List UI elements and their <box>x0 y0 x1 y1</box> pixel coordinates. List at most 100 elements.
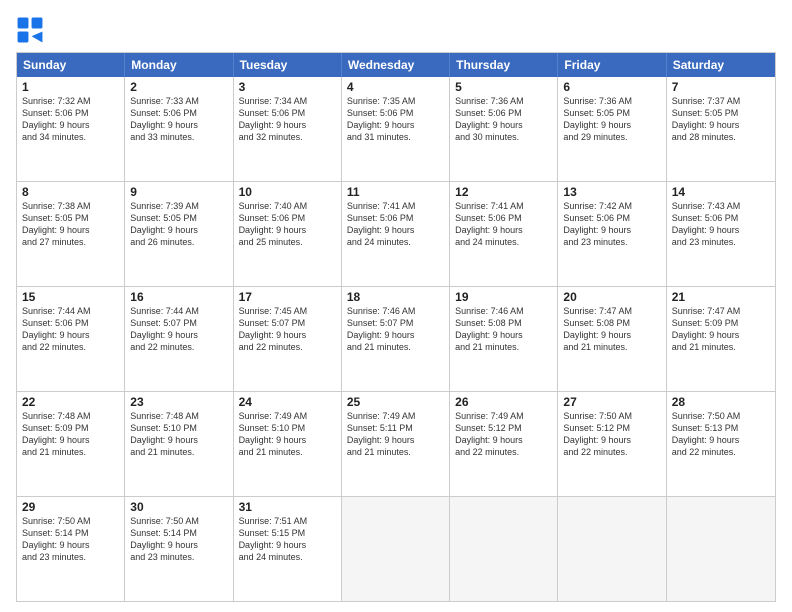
day-number: 16 <box>130 290 227 304</box>
cell-info-line: Sunset: 5:14 PM <box>130 527 227 539</box>
cell-info-line: Sunrise: 7:36 AM <box>455 95 552 107</box>
empty-cell-r4c5 <box>558 497 666 601</box>
cell-info-line: Sunrise: 7:41 AM <box>347 200 444 212</box>
cell-info-line: Daylight: 9 hours <box>563 434 660 446</box>
cell-info-line: Sunrise: 7:46 AM <box>455 305 552 317</box>
day-number: 18 <box>347 290 444 304</box>
day-number: 1 <box>22 80 119 94</box>
cell-info-line: and 31 minutes. <box>347 131 444 143</box>
day-cell-20: 20Sunrise: 7:47 AMSunset: 5:08 PMDayligh… <box>558 287 666 391</box>
cell-info-line: Sunset: 5:14 PM <box>22 527 119 539</box>
cell-info-line: and 29 minutes. <box>563 131 660 143</box>
calendar-body: 1Sunrise: 7:32 AMSunset: 5:06 PMDaylight… <box>17 77 775 601</box>
cell-info-line: Sunrise: 7:47 AM <box>672 305 770 317</box>
day-cell-25: 25Sunrise: 7:49 AMSunset: 5:11 PMDayligh… <box>342 392 450 496</box>
cell-info-line: and 32 minutes. <box>239 131 336 143</box>
day-cell-22: 22Sunrise: 7:48 AMSunset: 5:09 PMDayligh… <box>17 392 125 496</box>
day-number: 22 <box>22 395 119 409</box>
day-cell-31: 31Sunrise: 7:51 AMSunset: 5:15 PMDayligh… <box>234 497 342 601</box>
cell-info-line: Daylight: 9 hours <box>455 434 552 446</box>
cell-info-line: Sunset: 5:05 PM <box>563 107 660 119</box>
cell-info-line: Sunrise: 7:39 AM <box>130 200 227 212</box>
cell-info-line: Sunset: 5:06 PM <box>672 212 770 224</box>
day-cell-4: 4Sunrise: 7:35 AMSunset: 5:06 PMDaylight… <box>342 77 450 181</box>
day-cell-6: 6Sunrise: 7:36 AMSunset: 5:05 PMDaylight… <box>558 77 666 181</box>
cell-info-line: Daylight: 9 hours <box>239 329 336 341</box>
cell-info-line: Sunset: 5:08 PM <box>563 317 660 329</box>
cell-info-line: Sunset: 5:05 PM <box>130 212 227 224</box>
day-number: 15 <box>22 290 119 304</box>
cell-info-line: Sunrise: 7:38 AM <box>22 200 119 212</box>
cell-info-line: Daylight: 9 hours <box>22 224 119 236</box>
day-cell-1: 1Sunrise: 7:32 AMSunset: 5:06 PMDaylight… <box>17 77 125 181</box>
cell-info-line: Sunrise: 7:51 AM <box>239 515 336 527</box>
cell-info-line: Sunrise: 7:49 AM <box>347 410 444 422</box>
cell-info-line: Daylight: 9 hours <box>130 329 227 341</box>
cell-info-line: Sunrise: 7:48 AM <box>22 410 119 422</box>
cell-info-line: Daylight: 9 hours <box>455 329 552 341</box>
cell-info-line: Sunrise: 7:48 AM <box>130 410 227 422</box>
empty-cell-r4c4 <box>450 497 558 601</box>
cell-info-line: Sunset: 5:07 PM <box>130 317 227 329</box>
calendar-row-1: 1Sunrise: 7:32 AMSunset: 5:06 PMDaylight… <box>17 77 775 181</box>
cell-info-line: Sunset: 5:05 PM <box>22 212 119 224</box>
cell-info-line: Sunrise: 7:43 AM <box>672 200 770 212</box>
day-number: 23 <box>130 395 227 409</box>
cell-info-line: Sunset: 5:06 PM <box>347 107 444 119</box>
day-cell-5: 5Sunrise: 7:36 AMSunset: 5:06 PMDaylight… <box>450 77 558 181</box>
weekday-header-thursday: Thursday <box>450 53 558 77</box>
day-cell-11: 11Sunrise: 7:41 AMSunset: 5:06 PMDayligh… <box>342 182 450 286</box>
cell-info-line: Daylight: 9 hours <box>130 119 227 131</box>
cell-info-line: and 22 minutes. <box>22 341 119 353</box>
day-number: 10 <box>239 185 336 199</box>
cell-info-line: and 22 minutes. <box>563 446 660 458</box>
calendar-row-5: 29Sunrise: 7:50 AMSunset: 5:14 PMDayligh… <box>17 496 775 601</box>
cell-info-line: and 27 minutes. <box>22 236 119 248</box>
cell-info-line: Sunrise: 7:46 AM <box>347 305 444 317</box>
day-number: 6 <box>563 80 660 94</box>
cell-info-line: Daylight: 9 hours <box>347 119 444 131</box>
cell-info-line: Sunset: 5:05 PM <box>672 107 770 119</box>
day-cell-16: 16Sunrise: 7:44 AMSunset: 5:07 PMDayligh… <box>125 287 233 391</box>
calendar: SundayMondayTuesdayWednesdayThursdayFrid… <box>16 52 776 602</box>
day-cell-19: 19Sunrise: 7:46 AMSunset: 5:08 PMDayligh… <box>450 287 558 391</box>
weekday-header-sunday: Sunday <box>17 53 125 77</box>
day-cell-10: 10Sunrise: 7:40 AMSunset: 5:06 PMDayligh… <box>234 182 342 286</box>
cell-info-line: Daylight: 9 hours <box>563 224 660 236</box>
empty-cell-r4c3 <box>342 497 450 601</box>
cell-info-line: Sunset: 5:07 PM <box>239 317 336 329</box>
cell-info-line: and 21 minutes. <box>563 341 660 353</box>
cell-info-line: and 25 minutes. <box>239 236 336 248</box>
cell-info-line: and 33 minutes. <box>130 131 227 143</box>
day-cell-2: 2Sunrise: 7:33 AMSunset: 5:06 PMDaylight… <box>125 77 233 181</box>
weekday-header-tuesday: Tuesday <box>234 53 342 77</box>
day-number: 30 <box>130 500 227 514</box>
cell-info-line: Sunset: 5:12 PM <box>455 422 552 434</box>
cell-info-line: Daylight: 9 hours <box>672 119 770 131</box>
day-cell-24: 24Sunrise: 7:49 AMSunset: 5:10 PMDayligh… <box>234 392 342 496</box>
cell-info-line: and 21 minutes. <box>347 341 444 353</box>
cell-info-line: Sunset: 5:09 PM <box>22 422 119 434</box>
cell-info-line: Sunrise: 7:40 AM <box>239 200 336 212</box>
day-cell-29: 29Sunrise: 7:50 AMSunset: 5:14 PMDayligh… <box>17 497 125 601</box>
cell-info-line: Sunset: 5:06 PM <box>130 107 227 119</box>
cell-info-line: Sunset: 5:06 PM <box>347 212 444 224</box>
cell-info-line: Sunset: 5:06 PM <box>239 107 336 119</box>
cell-info-line: Daylight: 9 hours <box>672 329 770 341</box>
day-number: 28 <box>672 395 770 409</box>
cell-info-line: Sunrise: 7:42 AM <box>563 200 660 212</box>
day-number: 9 <box>130 185 227 199</box>
logo-icon <box>16 16 44 44</box>
cell-info-line: and 22 minutes. <box>239 341 336 353</box>
cell-info-line: Sunset: 5:06 PM <box>239 212 336 224</box>
day-cell-21: 21Sunrise: 7:47 AMSunset: 5:09 PMDayligh… <box>667 287 775 391</box>
cell-info-line: and 28 minutes. <box>672 131 770 143</box>
cell-info-line: Sunset: 5:11 PM <box>347 422 444 434</box>
cell-info-line: Sunset: 5:15 PM <box>239 527 336 539</box>
cell-info-line: and 24 minutes. <box>347 236 444 248</box>
cell-info-line: Sunset: 5:06 PM <box>563 212 660 224</box>
cell-info-line: Daylight: 9 hours <box>563 119 660 131</box>
cell-info-line: Sunset: 5:06 PM <box>455 107 552 119</box>
cell-info-line: Daylight: 9 hours <box>455 119 552 131</box>
cell-info-line: and 24 minutes. <box>239 551 336 563</box>
